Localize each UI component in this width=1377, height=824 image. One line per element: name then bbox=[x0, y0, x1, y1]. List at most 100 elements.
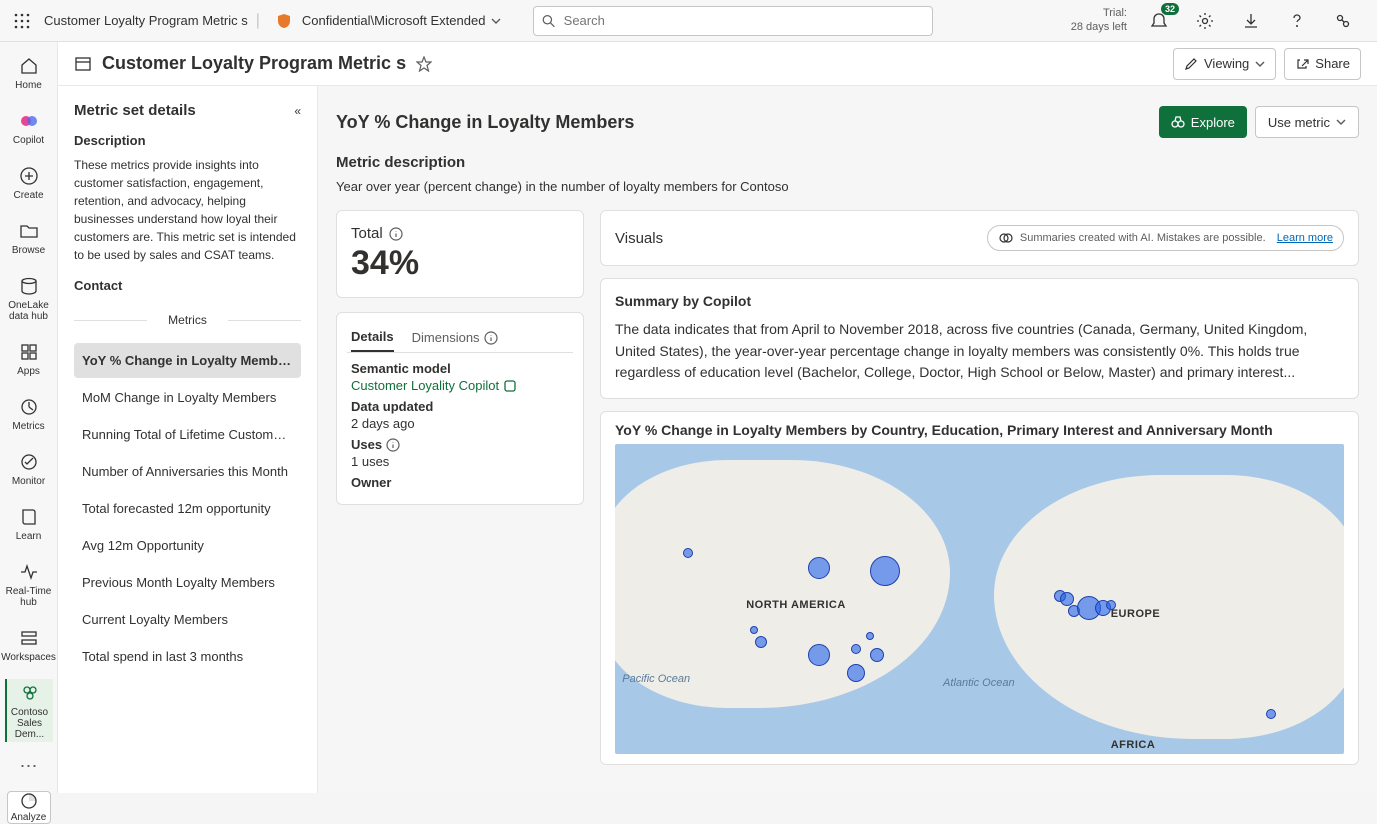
metric-item-anniversaries[interactable]: Number of Anniversaries this Month bbox=[74, 454, 301, 489]
metric-title: YoY % Change in Loyalty Members bbox=[336, 112, 634, 133]
metric-item-avg-opp[interactable]: Avg 12m Opportunity bbox=[74, 528, 301, 563]
monitor-icon bbox=[17, 450, 41, 474]
total-value: 34% bbox=[351, 244, 569, 283]
pulse-icon bbox=[17, 560, 41, 584]
nav-create[interactable]: Create bbox=[5, 162, 53, 203]
metricset-icon bbox=[74, 55, 92, 73]
help-icon[interactable] bbox=[1283, 7, 1311, 35]
summary-card: Summary by Copilot The data indicates th… bbox=[600, 278, 1359, 399]
metrics-icon bbox=[17, 395, 41, 419]
share-button[interactable]: Share bbox=[1284, 48, 1361, 80]
map-label-af: AFRICA bbox=[1111, 739, 1156, 751]
favorite-icon[interactable] bbox=[416, 56, 432, 72]
map-bubble[interactable] bbox=[866, 632, 874, 640]
metric-item-running-total[interactable]: Running Total of Lifetime Customer V... bbox=[74, 417, 301, 452]
map-title: YoY % Change in Loyalty Members by Count… bbox=[615, 422, 1344, 438]
uses-label: Uses bbox=[351, 437, 382, 452]
use-metric-dropdown[interactable]: Use metric bbox=[1255, 106, 1359, 138]
summary-text: The data indicates that from April to No… bbox=[615, 319, 1344, 384]
search-field[interactable] bbox=[564, 13, 925, 28]
search-input[interactable] bbox=[533, 6, 933, 36]
nav-apps[interactable]: Apps bbox=[5, 338, 53, 379]
info-icon[interactable] bbox=[389, 227, 403, 241]
metric-item-yoy[interactable]: YoY % Change in Loyalty Members bbox=[74, 343, 301, 378]
summary-title: Summary by Copilot bbox=[615, 293, 1344, 309]
uses-value: 1 uses bbox=[351, 454, 569, 469]
nav-workspace-current[interactable]: Contoso Sales Dem... bbox=[5, 679, 53, 742]
nav-onelake[interactable]: OneLake data hub bbox=[5, 272, 53, 324]
feedback-icon[interactable] bbox=[1329, 7, 1357, 35]
app-launcher-icon[interactable] bbox=[8, 7, 36, 35]
total-label: Total bbox=[351, 225, 383, 242]
workspaces-icon bbox=[17, 626, 41, 650]
apps-icon bbox=[17, 340, 41, 364]
tab-details[interactable]: Details bbox=[351, 323, 394, 352]
map-bubble[interactable] bbox=[1106, 600, 1116, 610]
analyze-button[interactable]: Analyze bbox=[7, 791, 51, 824]
learn-more-link[interactable]: Learn more bbox=[1277, 232, 1333, 244]
map-bubble[interactable] bbox=[1266, 709, 1276, 719]
collapse-icon[interactable]: « bbox=[294, 104, 301, 118]
home-icon bbox=[17, 54, 41, 78]
owner-label: Owner bbox=[351, 475, 569, 490]
classification-dropdown[interactable]: Confidential\Microsoft Extended bbox=[268, 13, 502, 29]
copilot-icon bbox=[17, 109, 41, 133]
info-icon[interactable] bbox=[386, 438, 400, 452]
visuals-header: Visuals Summaries created with AI. Mista… bbox=[600, 210, 1359, 266]
side-panel: Metric set details « Description These m… bbox=[58, 86, 318, 793]
nav-home[interactable]: Home bbox=[5, 52, 53, 93]
nav-workspaces[interactable]: Workspaces bbox=[5, 624, 53, 665]
map-bubble[interactable] bbox=[870, 556, 900, 586]
map-bubble[interactable] bbox=[808, 644, 830, 666]
nav-more[interactable]: ⋯ bbox=[20, 756, 38, 777]
map-label-eu: EUROPE bbox=[1111, 608, 1160, 620]
description-header: Description bbox=[74, 133, 301, 148]
explore-button[interactable]: Explore bbox=[1159, 106, 1247, 138]
download-icon[interactable] bbox=[1237, 7, 1265, 35]
sidepanel-title: Metric set details bbox=[74, 102, 196, 119]
map-label-atlantic: Atlantic Ocean bbox=[943, 677, 1015, 689]
binoculars-icon bbox=[1171, 115, 1185, 129]
metric-item-prev-month[interactable]: Previous Month Loyalty Members bbox=[74, 565, 301, 600]
settings-icon[interactable] bbox=[1191, 7, 1219, 35]
dataset-icon bbox=[503, 379, 517, 393]
nav-copilot[interactable]: Copilot bbox=[5, 107, 53, 148]
map-label-pacific: Pacific Ocean bbox=[622, 673, 690, 685]
notifications-icon[interactable]: 32 bbox=[1145, 7, 1173, 35]
semantic-model-link[interactable]: Customer Loyality Copilot bbox=[351, 378, 569, 393]
folder-icon bbox=[17, 219, 41, 243]
tab-dimensions[interactable]: Dimensions bbox=[412, 323, 498, 352]
nav-realtime[interactable]: Real-Time hub bbox=[5, 558, 53, 610]
metric-item-forecast[interactable]: Total forecasted 12m opportunity bbox=[74, 491, 301, 526]
ai-disclaimer: Summaries created with AI. Mistakes are … bbox=[987, 225, 1344, 251]
viewing-dropdown[interactable]: Viewing bbox=[1173, 48, 1276, 80]
map-bubble[interactable] bbox=[755, 636, 767, 648]
map-bubble[interactable] bbox=[1060, 592, 1074, 606]
metric-desc-text: Year over year (percent change) in the n… bbox=[336, 179, 1359, 194]
map-visual[interactable]: NORTH AMERICA EUROPE AFRICA Pacific Ocea… bbox=[615, 444, 1344, 754]
metric-item-mom[interactable]: MoM Change in Loyalty Members bbox=[74, 380, 301, 415]
page-title: Customer Loyalty Program Metric s bbox=[102, 53, 406, 74]
book-icon bbox=[17, 505, 41, 529]
map-bubble[interactable] bbox=[808, 557, 830, 579]
nav-metrics[interactable]: Metrics bbox=[5, 393, 53, 434]
breadcrumb[interactable]: Customer Loyalty Program Metric s bbox=[44, 13, 248, 28]
nav-learn[interactable]: Learn bbox=[5, 503, 53, 544]
semantic-model-label: Semantic model bbox=[351, 361, 569, 376]
nav-monitor[interactable]: Monitor bbox=[5, 448, 53, 489]
metric-item-current[interactable]: Current Loyalty Members bbox=[74, 602, 301, 637]
nav-browse[interactable]: Browse bbox=[5, 217, 53, 258]
map-bubble[interactable] bbox=[851, 644, 861, 654]
metrics-divider-label: Metrics bbox=[160, 313, 215, 327]
map-label-na: NORTH AMERICA bbox=[746, 599, 846, 611]
map-bubble[interactable] bbox=[750, 626, 758, 634]
map-bubble[interactable] bbox=[847, 664, 865, 682]
pencil-icon bbox=[1184, 57, 1198, 71]
visuals-title: Visuals bbox=[615, 230, 663, 247]
map-bubble[interactable] bbox=[683, 548, 693, 558]
data-updated-label: Data updated bbox=[351, 399, 569, 414]
map-bubble[interactable] bbox=[870, 648, 884, 662]
topbar-right: Trial: 28 days left 32 bbox=[1071, 7, 1369, 35]
classification-label: Confidential\Microsoft Extended bbox=[302, 13, 486, 28]
metric-item-spend[interactable]: Total spend in last 3 months bbox=[74, 639, 301, 674]
